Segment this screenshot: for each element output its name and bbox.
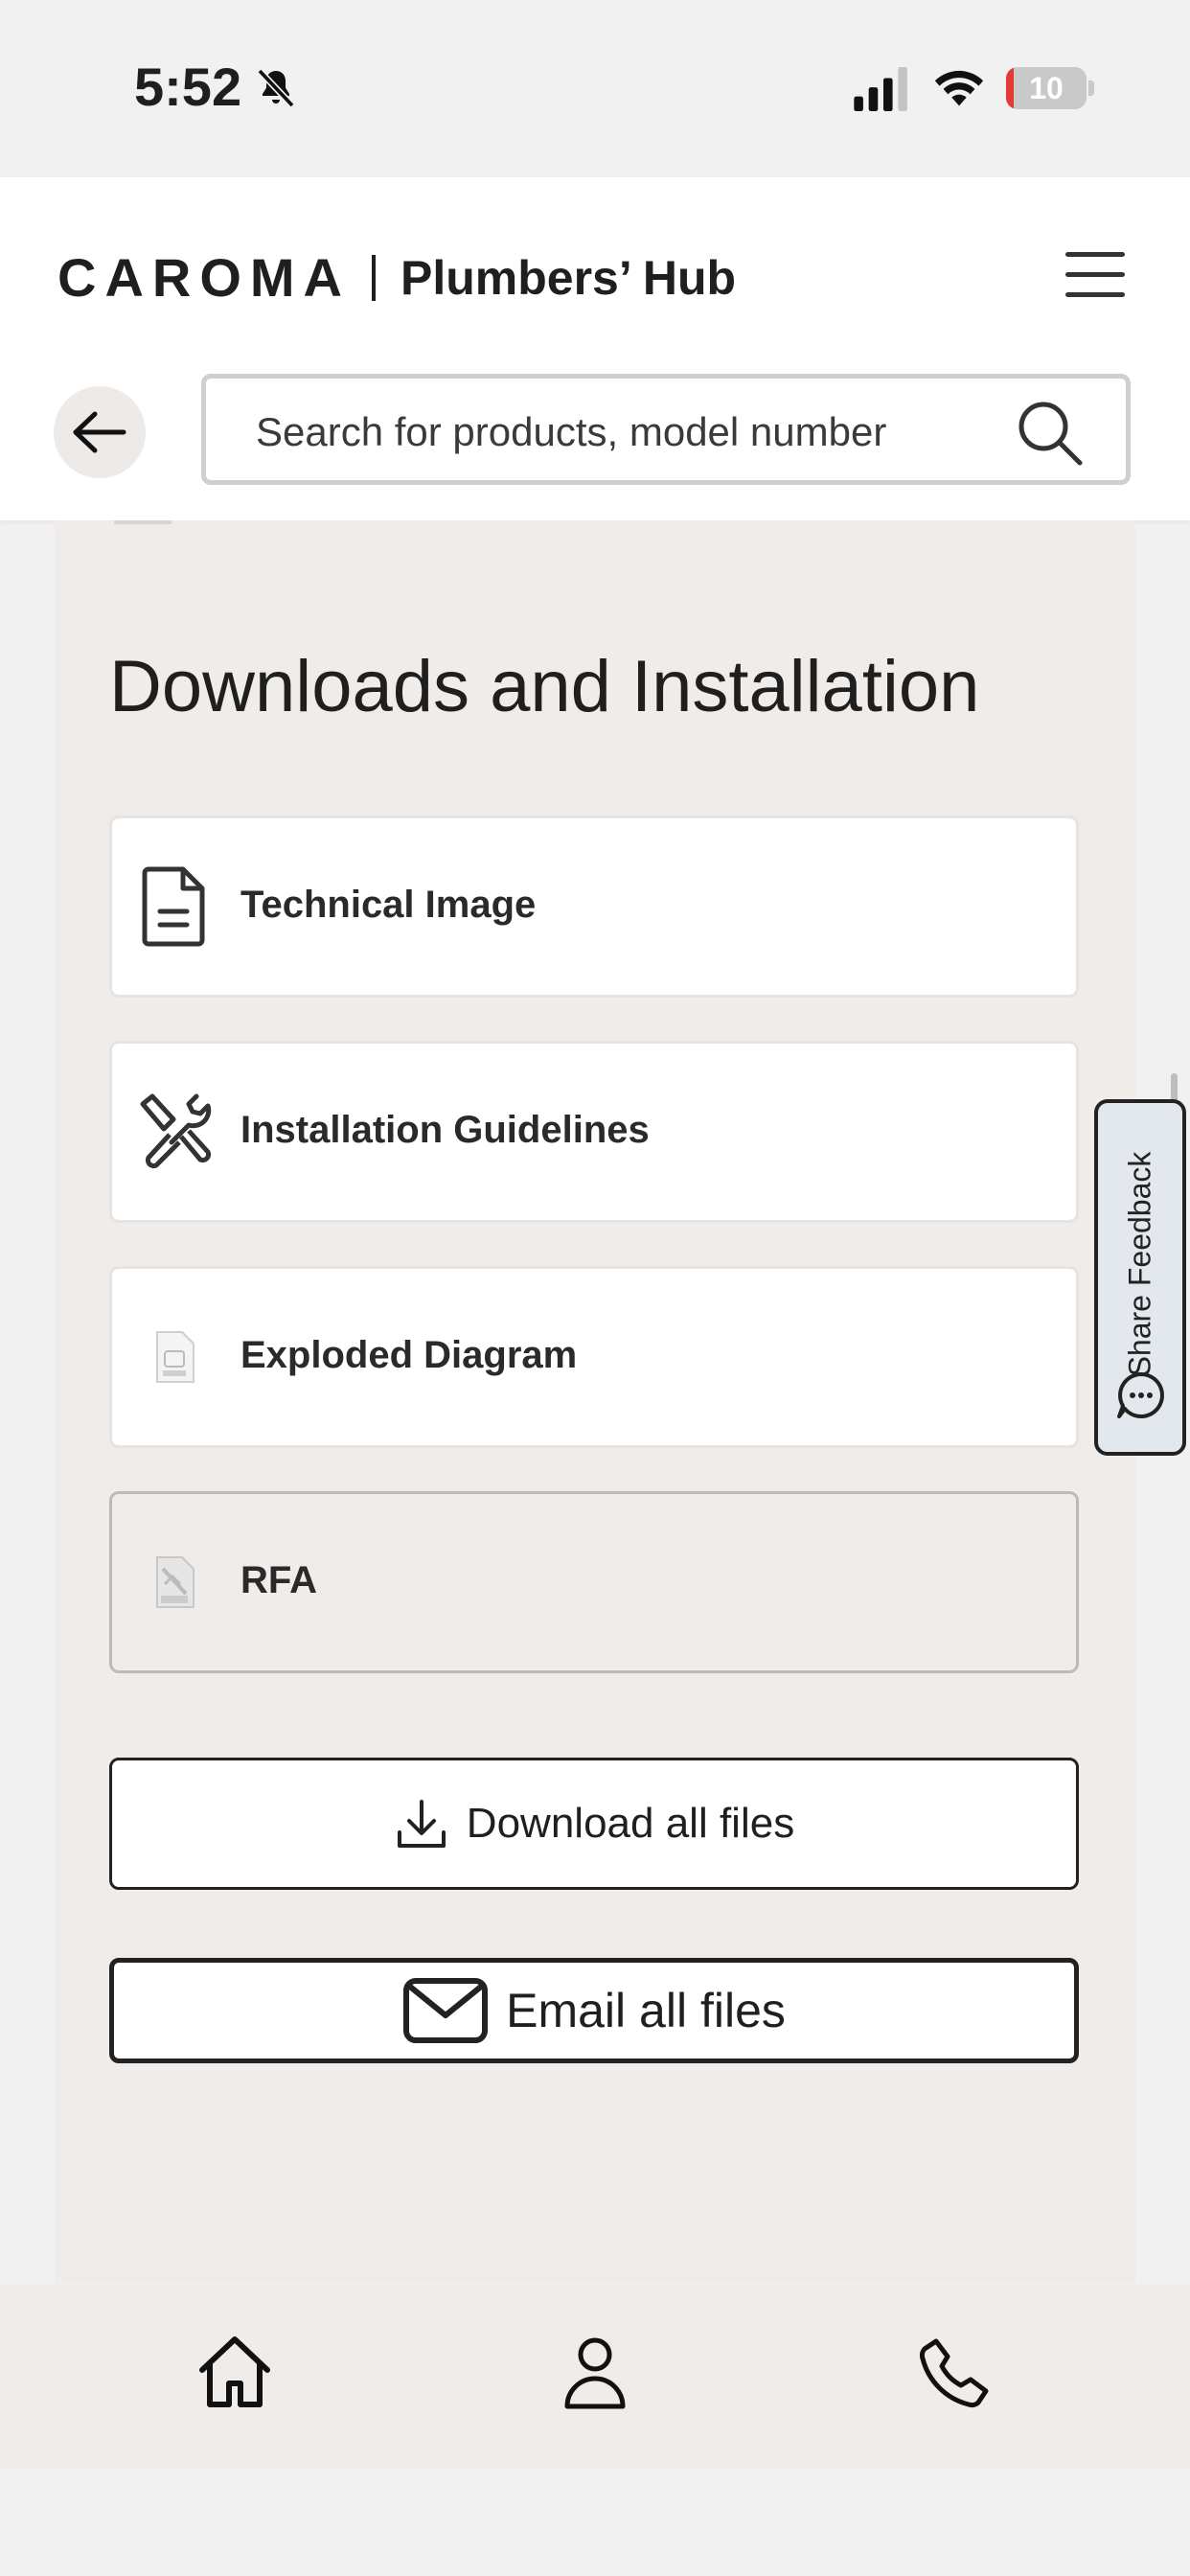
- search-box: [201, 374, 1131, 485]
- download-item-label: Exploded Diagram: [240, 1334, 578, 1376]
- bell-muted-icon: [257, 68, 295, 108]
- bottom-nav: [0, 2285, 1190, 2469]
- download-item-technical-image[interactable]: Technical Image: [109, 816, 1079, 998]
- download-item-exploded-diagram[interactable]: Exploded Diagram: [109, 1266, 1079, 1448]
- email-all-button[interactable]: Email all files: [109, 1958, 1079, 2063]
- download-item-installation-guidelines[interactable]: Installation Guidelines: [109, 1041, 1079, 1223]
- search-input[interactable]: [254, 407, 1005, 457]
- nav-account-button[interactable]: [552, 2329, 638, 2415]
- status-bar: 5:52 10: [0, 0, 1190, 177]
- hamburger-menu-icon[interactable]: [1065, 252, 1125, 298]
- cellular-signal-icon: [854, 67, 907, 111]
- chat-bubble-icon: [1117, 1372, 1164, 1418]
- download-icon: [397, 1800, 446, 1848]
- section-title: Downloads and Installation: [109, 646, 980, 727]
- back-button[interactable]: [54, 386, 146, 478]
- tools-icon: [131, 1086, 217, 1178]
- home-icon: [199, 2336, 270, 2407]
- download-item-label: RFA: [240, 1559, 317, 1601]
- brand-logo[interactable]: CAROMA Plumbers’ Hub: [57, 246, 736, 309]
- share-feedback-button[interactable]: Share Feedback: [1094, 1099, 1186, 1456]
- battery-tip: [1088, 80, 1094, 96]
- search-icon[interactable]: [1013, 396, 1087, 471]
- status-time: 5:52: [134, 57, 242, 117]
- header: CAROMA Plumbers’ Hub: [0, 177, 1190, 520]
- download-all-button[interactable]: Download all files: [109, 1758, 1079, 1890]
- divider: [114, 520, 172, 524]
- download-item-label: Installation Guidelines: [240, 1109, 650, 1151]
- download-all-label: Download all files: [466, 1800, 795, 1847]
- brand-name: CAROMA: [57, 247, 351, 308]
- wifi-icon: [934, 70, 984, 106]
- nav-home-button[interactable]: [192, 2329, 278, 2415]
- battery-indicator: 10: [1006, 67, 1087, 109]
- download-item-rfa[interactable]: RFA: [109, 1491, 1079, 1673]
- rfa-file-icon: [131, 1536, 217, 1628]
- document-icon: [131, 861, 217, 953]
- share-feedback-label: Share Feedback: [1122, 1151, 1157, 1377]
- phone-icon: [919, 2338, 989, 2408]
- brand-divider: [371, 254, 376, 301]
- account-icon: [564, 2337, 626, 2409]
- home-indicator-area: [0, 2469, 1190, 2576]
- email-all-label: Email all files: [506, 1984, 786, 2037]
- download-item-label: Technical Image: [240, 884, 537, 926]
- file-thumbnail-icon: [131, 1311, 217, 1403]
- brand-subtitle: Plumbers’ Hub: [400, 250, 737, 305]
- nav-phone-button[interactable]: [912, 2329, 998, 2415]
- downloads-panel: Downloads and Installation Technical Ima…: [55, 520, 1135, 2284]
- battery-percent: 10: [1029, 71, 1064, 105]
- arrow-left-icon: [73, 411, 126, 453]
- mail-icon: [403, 1978, 489, 2043]
